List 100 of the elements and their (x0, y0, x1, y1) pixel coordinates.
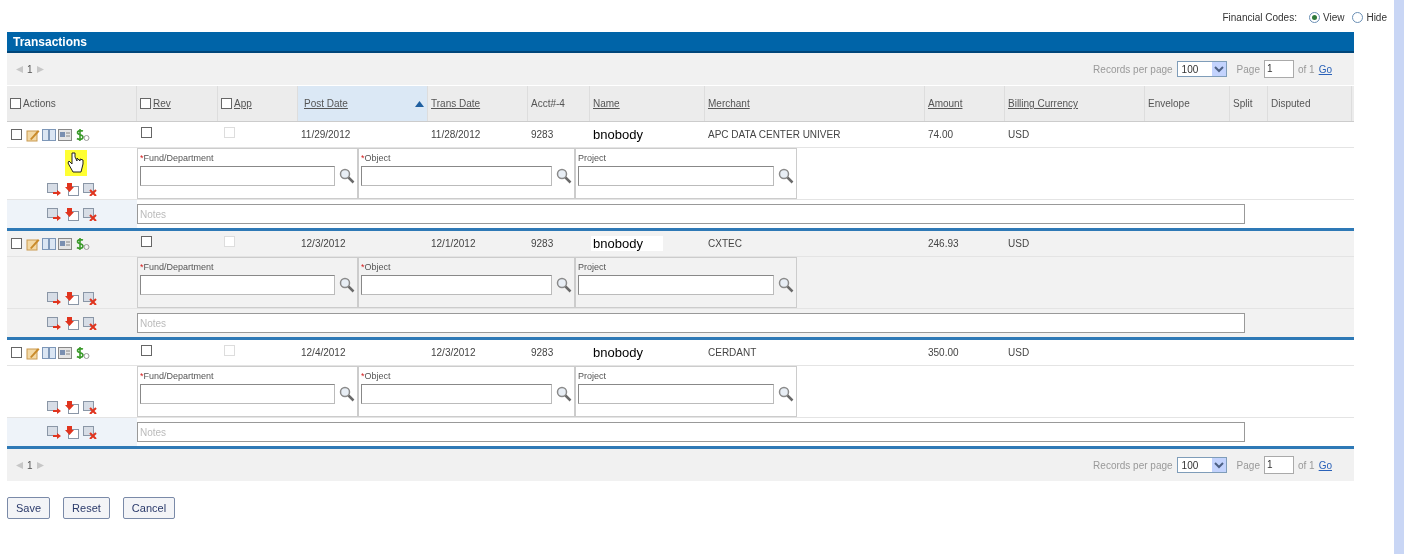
receipt-image-icon[interactable] (58, 127, 72, 142)
column-header: Acct#-4 (528, 86, 590, 121)
column-header-link[interactable]: App (234, 96, 252, 111)
notes-field[interactable]: Notes (137, 204, 1245, 224)
input-field[interactable] (578, 275, 774, 295)
form-button[interactable]: Cancel (122, 497, 176, 519)
column-header[interactable]: Name (590, 86, 705, 121)
table-cell: USD (1008, 347, 1030, 358)
column-header[interactable]: Billing Currency (1005, 86, 1145, 121)
field-label: Project (578, 152, 606, 165)
notes-field[interactable]: Notes (137, 422, 1245, 442)
input-field[interactable] (140, 275, 335, 295)
radio-option[interactable]: View (1308, 9, 1345, 25)
table-cell: 74.00 (928, 129, 954, 140)
field-label: Object (364, 152, 391, 165)
search-icon[interactable] (339, 168, 355, 184)
required-mark: * (361, 261, 365, 274)
compare-documents-icon[interactable] (42, 127, 56, 142)
required-mark: * (140, 370, 144, 383)
search-icon[interactable] (339, 386, 355, 402)
search-icon[interactable] (778, 386, 794, 402)
column-header[interactable]: Amount (925, 86, 1005, 121)
field-label: Object (364, 261, 391, 274)
column-header-link[interactable]: Post Date (304, 96, 348, 111)
column-header: Split (1230, 86, 1268, 121)
checkbox[interactable] (11, 129, 22, 140)
required-mark: * (140, 261, 144, 274)
page-field[interactable]: 1 (1263, 456, 1294, 474)
dollar-icon[interactable] (74, 236, 90, 251)
table-cell: 12/1/2012 (431, 238, 476, 249)
page-number[interactable]: 1 (27, 61, 33, 77)
radio-option[interactable]: Hide (1352, 9, 1387, 25)
column-header: Disputed (1268, 86, 1352, 121)
field-label: Fund/Department (143, 370, 214, 383)
page-number[interactable]: 1 (27, 457, 33, 473)
table-cell: 11/28/2012 (431, 129, 481, 140)
column-header-label: Actions (23, 97, 56, 111)
form-button[interactable]: Reset (63, 497, 110, 519)
required-mark: * (140, 152, 144, 165)
form-button[interactable]: Save (7, 497, 51, 519)
records-per-page-select[interactable]: 100 (1176, 61, 1227, 77)
table-cell: USD (1008, 238, 1030, 249)
checkbox[interactable] (141, 345, 152, 356)
field-label: Object (364, 370, 391, 383)
input-field[interactable] (361, 275, 552, 295)
compare-documents-icon[interactable] (42, 345, 56, 360)
table-cell: 246.93 (928, 238, 959, 249)
column-header[interactable]: Merchant (705, 86, 925, 121)
field-label: Fund/Department (143, 261, 214, 274)
notes-field[interactable]: Notes (137, 313, 1245, 333)
table-cell: CXTEC (708, 238, 742, 249)
page-label: Page (1236, 62, 1260, 77)
column-header-link[interactable]: Rev (153, 96, 171, 111)
dollar-icon[interactable] (74, 127, 90, 142)
edit-note-icon[interactable] (26, 127, 40, 142)
required-mark: * (361, 370, 365, 383)
edit-note-icon[interactable] (26, 236, 40, 251)
checkbox[interactable] (11, 238, 22, 249)
search-icon[interactable] (778, 168, 794, 184)
edit-note-icon[interactable] (26, 345, 40, 360)
checkbox[interactable] (221, 98, 232, 109)
page-field[interactable]: 1 (1263, 60, 1294, 78)
table-cell: 9283 (531, 347, 554, 358)
scrollbar[interactable] (1394, 0, 1404, 554)
checkbox[interactable] (11, 347, 22, 358)
column-header: Envelope (1145, 86, 1230, 121)
table-cell: 9283 (531, 129, 554, 140)
checkbox[interactable] (10, 98, 21, 109)
required-mark: * (361, 152, 365, 165)
input-field[interactable] (361, 166, 552, 186)
table-cell: USD (1008, 129, 1030, 140)
input-field[interactable] (361, 384, 552, 404)
table-cell: CERDANT (708, 347, 757, 358)
sort-ascending-icon[interactable] (415, 100, 424, 107)
hand-cursor-icon (65, 150, 87, 176)
table-cell: 12/3/2012 (431, 347, 476, 358)
search-icon[interactable] (556, 386, 572, 402)
receipt-image-icon[interactable] (58, 236, 72, 251)
input-field[interactable] (578, 384, 774, 404)
checkbox[interactable] (141, 236, 152, 247)
go-link[interactable]: Go (1318, 61, 1332, 77)
column-header[interactable]: Trans Date (428, 86, 528, 121)
table-cell: 12/4/2012 (301, 347, 346, 358)
search-icon[interactable] (339, 277, 355, 293)
table-cell: 12/3/2012 (301, 238, 346, 249)
input-field[interactable] (140, 384, 335, 404)
search-icon[interactable] (778, 277, 794, 293)
search-icon[interactable] (556, 277, 572, 293)
checkbox[interactable] (141, 127, 152, 138)
dollar-icon[interactable] (74, 345, 90, 360)
field-label: Project (578, 261, 606, 274)
records-per-page-select[interactable]: 100 (1176, 457, 1227, 473)
go-link[interactable]: Go (1318, 457, 1332, 473)
table-cell: 9283 (531, 238, 554, 249)
receipt-image-icon[interactable] (58, 345, 72, 360)
compare-documents-icon[interactable] (42, 236, 56, 251)
search-icon[interactable] (556, 168, 572, 184)
checkbox[interactable] (140, 98, 151, 109)
input-field[interactable] (140, 166, 335, 186)
input-field[interactable] (578, 166, 774, 186)
